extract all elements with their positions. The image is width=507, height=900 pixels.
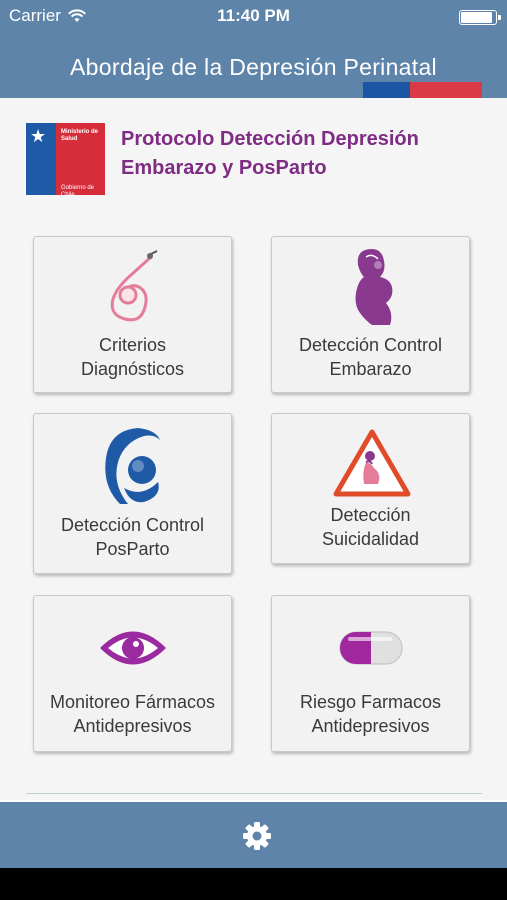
protocol-title: Protocolo Detección Depresión Embarazo y…: [121, 128, 419, 179]
menu-label-line-2: Suicidalidad: [321, 529, 420, 549]
menu-item-criterios-diagnosticos[interactable]: Criterios Diagnósticos: [33, 236, 232, 393]
menu-label-line-1: Riesgo Farmacos: [299, 692, 442, 712]
page-title: Abordaje de la Depresión Perinatal: [70, 54, 437, 80]
menu-label-line-1: Monitoreo Fármacos: [49, 692, 216, 712]
logo-line-2: Gobierno de Chile: [61, 185, 95, 198]
bottom-black-bar: [0, 868, 507, 900]
tab-bar: [0, 802, 507, 868]
flag-stripe-red: [410, 82, 482, 98]
menu-item-riesgo-farmacos[interactable]: Riesgo Farmacos Antidepresivos: [271, 595, 470, 752]
battery-icon: [459, 10, 501, 25]
menu-label-line-2: Embarazo: [329, 359, 412, 379]
eye-icon: [100, 631, 166, 665]
pill-icon: [339, 631, 403, 665]
menu-item-monitoreo-farmacos[interactable]: Monitoreo Fármacos Antidepresivos: [33, 595, 232, 752]
menu-label-line-2: Antidepresivos: [73, 716, 192, 736]
menu-item-deteccion-control-posparto[interactable]: Detección Control PosParto: [33, 413, 232, 574]
status-bar: Carrier 11:40 PM: [0, 0, 507, 34]
menu-label-line-1: Detección Control: [298, 335, 443, 355]
menu-label-line-2: PosParto: [95, 539, 170, 559]
status-time: 11:40 PM: [217, 6, 290, 25]
gear-icon[interactable]: [242, 821, 272, 851]
menu-label-line-2: Diagnósticos: [80, 359, 185, 379]
star-icon: ★: [30, 126, 47, 146]
menu-item-deteccion-control-embarazo[interactable]: Detección Control Embarazo: [271, 236, 470, 393]
pregnant-woman-icon: [355, 249, 393, 325]
logo-line-1: Ministerio de Salud: [61, 129, 99, 142]
ministry-logo: ★ Ministerio de Salud Gobierno de Chile: [26, 123, 105, 198]
menu-label-line-1: Detección Control: [60, 515, 205, 535]
menu-label-line-1: Criterios: [98, 335, 166, 355]
mother-child-icon: [105, 428, 160, 504]
menu-label-line-1: Detección: [330, 505, 411, 525]
warning-pregnant-icon: [333, 429, 411, 497]
content-divider: [26, 793, 482, 794]
menu-item-deteccion-suicidalidad[interactable]: Detección Suicidalidad: [271, 413, 470, 564]
menu-label-line-2: Antidepresivos: [311, 716, 430, 736]
flag-stripe-blue: [363, 82, 410, 98]
stethoscope-icon: [110, 250, 158, 322]
